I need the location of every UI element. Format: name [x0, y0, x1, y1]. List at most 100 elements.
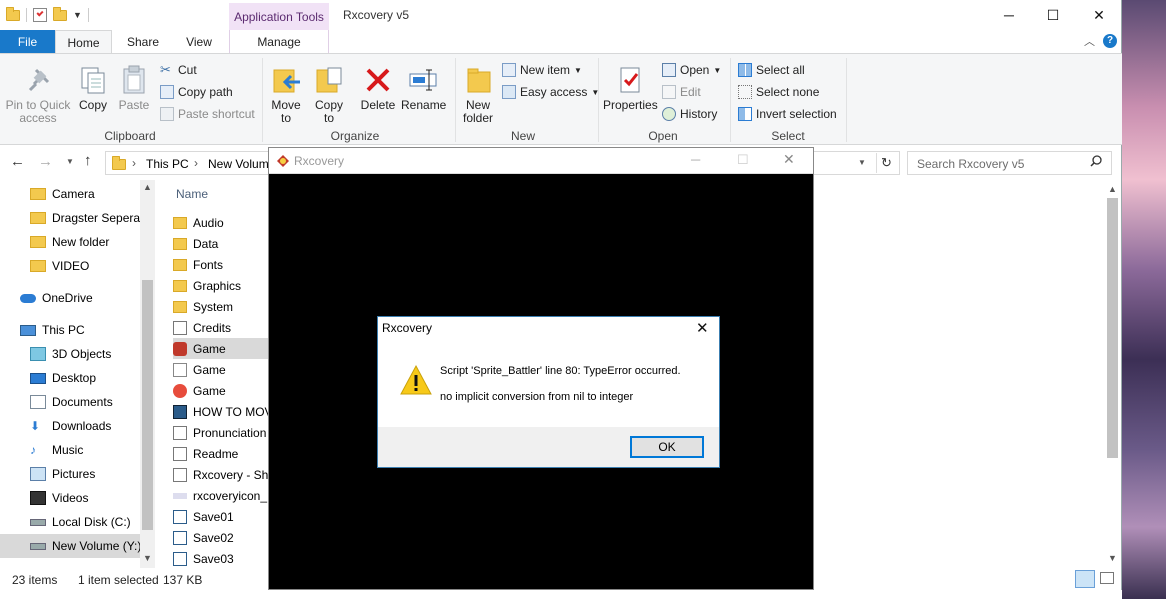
maximize-button[interactable]: ☐ — [1030, 0, 1076, 30]
nav-item-3d-objects[interactable]: 3D Objects — [0, 342, 140, 366]
file-row[interactable]: HOW TO MOV — [173, 401, 270, 422]
nav-item-this-pc[interactable]: This PC — [0, 318, 140, 342]
recent-locations-icon[interactable]: ▼ — [66, 157, 74, 166]
new-folder-icon — [462, 64, 494, 96]
tab-home[interactable]: Home — [55, 30, 112, 54]
collapse-ribbon-icon[interactable]: ︿ — [1084, 33, 1095, 49]
refresh-icon[interactable]: ↻ — [881, 155, 892, 171]
file-list-scrollbar[interactable]: ▲ ▼ — [1105, 180, 1120, 568]
item-count: 23 items — [12, 573, 58, 587]
file-name: Save03 — [193, 551, 234, 566]
file-row[interactable]: Game — [173, 338, 270, 359]
move-to-button[interactable]: Move to — [268, 64, 304, 125]
file-row[interactable]: Credits — [173, 317, 270, 338]
nav-item-label: Desktop — [52, 371, 97, 385]
file-row[interactable]: Game — [173, 380, 270, 401]
breadcrumb-this-pc[interactable]: This PC — [146, 157, 189, 171]
file-row[interactable]: rxcoveryicon_ — [173, 485, 270, 506]
text-file-icon — [173, 446, 187, 461]
file-row[interactable]: Audio — [173, 212, 270, 233]
scroll-down-icon[interactable]: ▼ — [1108, 553, 1117, 563]
ok-button[interactable]: OK — [630, 436, 704, 458]
tab-manage[interactable]: Manage — [229, 30, 329, 53]
invert-selection-button[interactable]: Invert selection — [738, 104, 837, 124]
nav-item-onedrive[interactable]: OneDrive — [0, 286, 140, 310]
nav-item-documents[interactable]: Documents — [0, 390, 140, 414]
address-dropdown-icon[interactable]: ▼ — [858, 158, 866, 167]
minimize-button[interactable]: ─ — [986, 0, 1032, 30]
search-input[interactable]: Search Rxcovery v5 — [907, 151, 1112, 175]
game-close-button[interactable]: ✕ — [783, 151, 795, 168]
game-minimize-button[interactable]: ─ — [691, 152, 700, 167]
cut-button[interactable]: ✂ Cut — [160, 60, 197, 80]
details-view-icon[interactable] — [1075, 570, 1095, 588]
navigation-scrollbar[interactable]: ▲ ▼ — [140, 180, 155, 568]
file-row[interactable]: Save03 — [173, 548, 270, 568]
qat-dropdown-icon[interactable]: ▼ — [73, 10, 82, 20]
file-row[interactable]: Fonts — [173, 254, 270, 275]
properties-qat-icon[interactable] — [33, 8, 47, 22]
copy-button[interactable]: Copy — [76, 64, 110, 112]
paste-shortcut-button[interactable]: Paste shortcut — [160, 104, 255, 124]
delete-button[interactable]: Delete — [359, 64, 397, 112]
tab-view[interactable]: View — [184, 30, 214, 53]
tab-file[interactable]: File — [0, 30, 55, 53]
file-row[interactable]: Readme — [173, 443, 270, 464]
nav-item-downloads[interactable]: ⬇ Downloads — [0, 414, 140, 438]
properties-button[interactable]: Properties — [603, 64, 658, 112]
shortcut-icon — [173, 467, 187, 482]
scroll-up-icon[interactable]: ▲ — [143, 182, 152, 192]
file-row[interactable]: Save02 — [173, 527, 270, 548]
new-folder-qat-icon[interactable] — [53, 6, 67, 21]
file-row[interactable]: System — [173, 296, 270, 317]
dialog-close-button[interactable]: ✕ — [696, 319, 709, 337]
properties-icon — [614, 64, 646, 96]
nav-item-dragster-seperat[interactable]: Dragster Seperat — [0, 206, 140, 230]
scroll-thumb[interactable] — [1107, 198, 1118, 458]
new-item-button[interactable]: New item ▼ — [502, 60, 582, 80]
nav-item-new-volume-y[interactable]: New Volume (Y:) — [0, 534, 140, 558]
easy-access-button[interactable]: Easy access ▼ — [502, 82, 599, 102]
rename-button[interactable]: Rename — [401, 64, 446, 112]
nav-item-videos[interactable]: Videos — [0, 486, 140, 510]
game-maximize-button[interactable]: ☐ — [737, 152, 749, 168]
tab-share[interactable]: Share — [126, 30, 160, 53]
select-all-button[interactable]: Select all — [738, 60, 805, 80]
nav-item-desktop[interactable]: Desktop — [0, 366, 140, 390]
nav-item-local-disk-c[interactable]: Local Disk (C:) — [0, 510, 140, 534]
history-button[interactable]: History — [662, 104, 717, 124]
history-label: History — [680, 107, 718, 121]
select-none-button[interactable]: Select none — [738, 82, 819, 102]
help-icon[interactable]: ? — [1103, 34, 1117, 48]
file-row[interactable]: Pronunciation — [173, 422, 270, 443]
nav-item-music[interactable]: ♪ Music — [0, 438, 140, 462]
open-button[interactable]: Open ▼ — [662, 60, 721, 80]
scroll-thumb[interactable] — [142, 280, 153, 530]
file-row[interactable]: Rxcovery - Sh — [173, 464, 270, 485]
close-button[interactable]: ✕ — [1076, 0, 1122, 30]
invert-selection-icon — [738, 107, 752, 121]
nav-item-camera[interactable]: Camera — [0, 182, 140, 206]
file-row[interactable]: Graphics — [173, 275, 270, 296]
nav-item-video[interactable]: VIDEO — [0, 254, 140, 278]
copy-to-button[interactable]: Copy to — [311, 64, 347, 125]
copy-path-button[interactable]: Copy path — [160, 82, 233, 102]
scroll-down-icon[interactable]: ▼ — [143, 553, 152, 563]
ribbon-separator — [262, 58, 263, 142]
file-row[interactable]: Game — [173, 359, 270, 380]
paste-button[interactable]: Paste — [117, 64, 151, 112]
new-folder-button[interactable]: New folder — [459, 64, 497, 125]
breadcrumb-new-volume[interactable]: New Volume — [208, 157, 275, 171]
up-arrow-icon[interactable]: ↑ — [84, 152, 92, 169]
back-arrow-icon[interactable]: ← — [10, 153, 25, 170]
select-all-label: Select all — [756, 63, 805, 77]
nav-item-pictures[interactable]: Pictures — [0, 462, 140, 486]
file-row[interactable]: Save01 — [173, 506, 270, 527]
file-row[interactable]: Data — [173, 233, 270, 254]
pin-quick-access-button[interactable]: Pin to Quick access — [4, 64, 72, 125]
nav-item-new-folder[interactable]: New folder — [0, 230, 140, 254]
edit-button[interactable]: Edit — [662, 82, 701, 102]
forward-arrow-icon[interactable]: → — [38, 153, 53, 170]
large-icons-view-icon[interactable] — [1100, 572, 1114, 584]
scroll-up-icon[interactable]: ▲ — [1108, 184, 1117, 194]
